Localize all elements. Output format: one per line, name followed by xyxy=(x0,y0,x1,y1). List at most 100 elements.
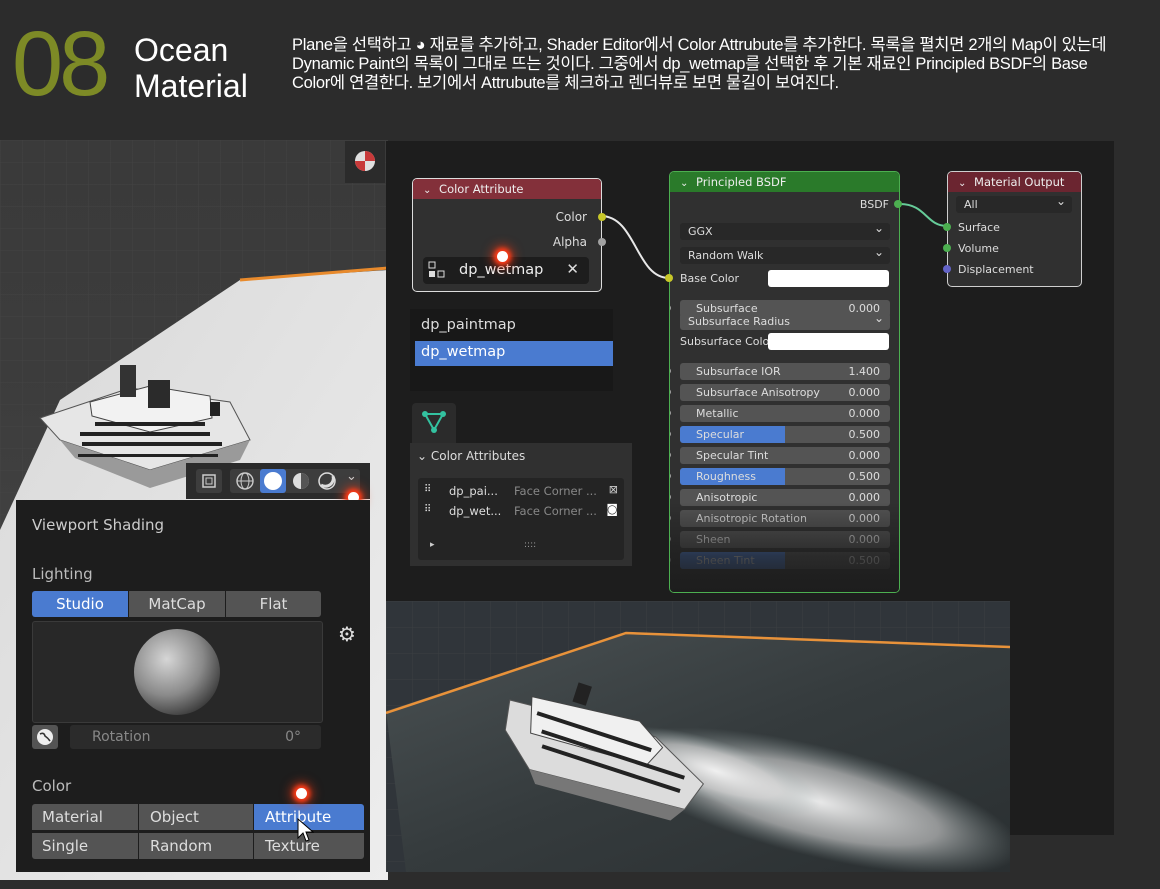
render-camera-icon[interactable]: ⊠ xyxy=(609,483,618,496)
dropdown-item-dp-paintmap[interactable]: dp_paintmap xyxy=(421,317,516,333)
material-preview-icon[interactable] xyxy=(290,471,312,495)
color-material-button[interactable]: Material xyxy=(32,804,138,830)
studio-light-preview[interactable] xyxy=(32,621,323,723)
list-item[interactable]: ⠿ dp_wet... Face Corner ... ◙ xyxy=(418,502,624,520)
vertex-color-icon: ⠿ xyxy=(424,484,432,495)
base-color-swatch[interactable] xyxy=(768,270,889,287)
render-target-dropdown[interactable]: All xyxy=(956,193,1072,213)
field-label: Specular Tint xyxy=(696,449,769,462)
material-sphere-icon xyxy=(355,151,375,171)
field-specular-tint[interactable]: Specular Tint 0.000 xyxy=(680,447,890,464)
field-label: Metallic xyxy=(696,407,739,420)
attribute-name: dp_wet... xyxy=(449,504,502,518)
input-base-color-socket[interactable] xyxy=(665,274,673,282)
xray-toggle-button[interactable] xyxy=(196,469,222,493)
wireframe-shading-icon[interactable] xyxy=(234,471,256,495)
shading-mode-group xyxy=(230,469,360,493)
input-socket[interactable] xyxy=(670,368,671,374)
input-socket[interactable] xyxy=(670,431,671,437)
viewport-3d-rendered[interactable] xyxy=(386,601,1010,872)
dropdown-item-dp-wetmap[interactable]: dp_wetmap xyxy=(415,341,613,366)
node-header[interactable]: ⌄ Material Output xyxy=(948,172,1081,192)
collapse-chevron-icon[interactable]: ⌄ xyxy=(958,178,966,189)
rendered-shading-icon[interactable] xyxy=(316,471,338,495)
field-subsurface-ior[interactable]: Subsurface IOR 1.400 xyxy=(680,363,890,380)
clear-attribute-icon[interactable]: ✕ xyxy=(566,260,579,278)
output-alpha-label: Alpha xyxy=(552,235,587,249)
attribute-domain: Face Corner ... xyxy=(514,484,597,498)
collapse-chevron-icon[interactable]: ⌄ xyxy=(680,178,688,189)
attribute-domain: Face Corner ... xyxy=(514,504,597,518)
input-surface-socket[interactable] xyxy=(943,223,951,231)
principled-bsdf-node[interactable]: ⌄ Principled BSDF BSDF GGX Random Walk B… xyxy=(669,171,900,593)
panel-title: Viewport Shading xyxy=(32,516,165,534)
input-socket[interactable] xyxy=(670,410,671,416)
material-properties-tab[interactable] xyxy=(345,141,385,183)
sphere-preview-icon xyxy=(134,629,220,715)
color-single-button[interactable]: Single xyxy=(32,833,138,859)
lighting-matcap-button[interactable]: MatCap xyxy=(129,591,225,617)
input-volume-socket[interactable] xyxy=(943,244,951,252)
color-random-button[interactable]: Random xyxy=(139,833,253,859)
subsurface-color-label: Subsurface Colo xyxy=(680,335,770,348)
solid-shading-icon[interactable] xyxy=(260,469,286,493)
highlight-marker xyxy=(497,251,508,262)
attribute-name-field[interactable]: dp_wetmap ✕ xyxy=(423,257,589,284)
color-attribute-node[interactable]: ⌄ Color Attribute Color Alpha dp_wetmap … xyxy=(412,178,606,292)
description-text: Plane을 선택하고 ◕ 재료를 추가하고, Shader Editor에서 … xyxy=(292,36,1107,92)
input-socket[interactable] xyxy=(670,305,671,311)
title-line-2: Material xyxy=(134,68,248,104)
color-object-button[interactable]: Object xyxy=(139,804,253,830)
active-render-camera-icon[interactable]: ◙ xyxy=(606,502,618,516)
collapse-chevron-icon[interactable]: ⌄ xyxy=(417,449,431,463)
input-socket[interactable] xyxy=(670,473,671,479)
attribute-search-dropdown: dp_paintmap dp_wetmap xyxy=(410,309,613,391)
mesh-data-tab[interactable] xyxy=(412,403,456,443)
input-displacement-socket[interactable] xyxy=(943,265,951,273)
rotation-label: Rotation xyxy=(92,729,151,745)
output-alpha-socket[interactable] xyxy=(598,238,606,246)
color-attributes-list[interactable]: ⠿ dp_pai... Face Corner ... ⊠ ⠿ dp_wet..… xyxy=(418,478,624,560)
node-header[interactable]: ⌄ Principled BSDF xyxy=(670,172,899,192)
preferences-gear-icon[interactable]: ⚙ xyxy=(338,622,356,646)
mesh-data-triangle-icon xyxy=(422,411,446,433)
collapse-chevron-icon[interactable]: ⌄ xyxy=(423,185,431,196)
lighting-label: Lighting xyxy=(32,565,93,583)
lighting-studio-button[interactable]: Studio xyxy=(32,591,128,617)
shading-options-chevron-icon[interactable]: ⌄ xyxy=(346,469,357,484)
rendered-scene xyxy=(386,601,1010,872)
attribute-name-value: dp_wetmap xyxy=(459,262,544,278)
rotation-field[interactable]: Rotation 0° xyxy=(70,725,321,749)
lighting-flat-button[interactable]: Flat xyxy=(226,591,321,617)
subsurface-color-swatch[interactable] xyxy=(768,333,889,350)
field-label: Subsurface IOR xyxy=(696,365,781,378)
field-subsurface-anisotropy[interactable]: Subsurface Anisotropy 0.000 xyxy=(680,384,890,401)
list-resize-grip-icon[interactable]: :::: xyxy=(524,540,536,550)
viewport-shading-popover: Viewport Shading Lighting Studio MatCap … xyxy=(16,500,370,872)
list-item[interactable]: ⠿ dp_pai... Face Corner ... ⊠ xyxy=(418,482,624,500)
field-roughness[interactable]: Roughness 0.500 xyxy=(680,468,890,485)
input-socket[interactable] xyxy=(670,494,671,500)
panel-header[interactable]: ⌄ Color Attributes xyxy=(417,449,525,463)
rotation-value: 0° xyxy=(285,729,301,745)
subsurface-radius-dropdown[interactable]: Subsurface Radius xyxy=(680,310,890,330)
distribution-dropdown[interactable]: GGX xyxy=(680,220,890,240)
field-metallic[interactable]: Metallic 0.000 xyxy=(680,405,890,422)
input-socket[interactable] xyxy=(670,389,671,395)
field-specular[interactable]: Specular 0.500 xyxy=(680,426,890,443)
output-color-socket[interactable] xyxy=(598,213,606,221)
field-value: 0.000 xyxy=(848,386,881,399)
subsurface-method-dropdown[interactable]: Random Walk xyxy=(680,244,890,264)
world-globe-icon xyxy=(37,729,53,745)
world-space-lighting-button[interactable] xyxy=(32,725,58,749)
field-value: 1.400 xyxy=(848,365,881,378)
vertex-color-icon: ⠿ xyxy=(424,504,432,515)
attribute-name: dp_pai... xyxy=(449,484,498,498)
highlight-marker xyxy=(296,788,307,799)
material-output-node[interactable]: ⌄ Material Output All Surface Volume Dis… xyxy=(947,171,1082,287)
output-bsdf-socket[interactable] xyxy=(894,200,902,208)
input-socket[interactable] xyxy=(670,452,671,458)
expand-play-icon[interactable]: ▸ xyxy=(430,540,435,550)
node-header[interactable]: ⌄ Color Attribute xyxy=(413,179,601,199)
input-surface-label: Surface xyxy=(958,221,1000,234)
